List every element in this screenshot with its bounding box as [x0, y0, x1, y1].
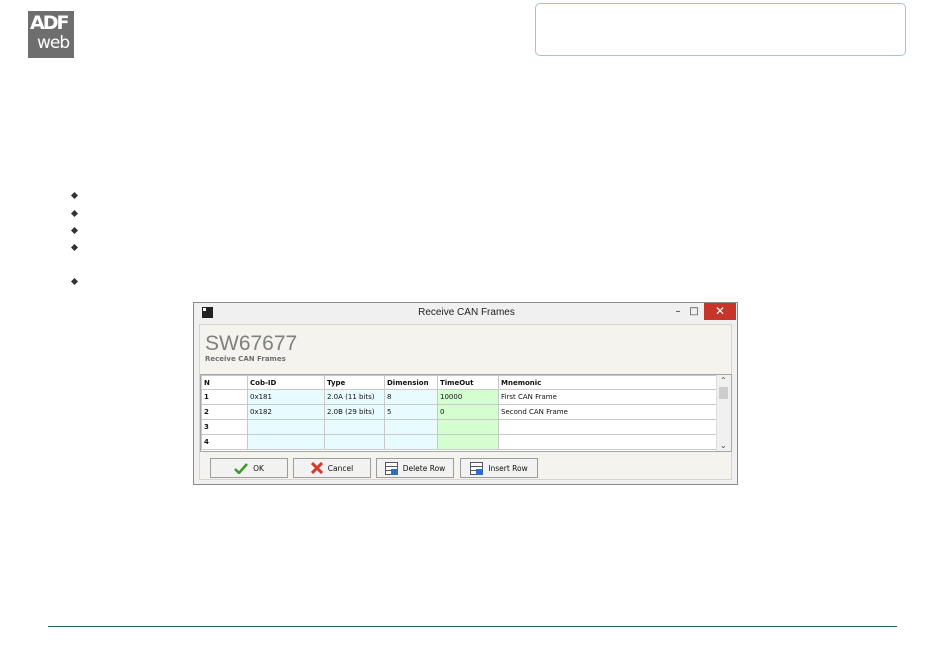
logo-text-adf: ADF	[30, 12, 69, 34]
column-header-cob-id[interactable]: Cob-ID	[247, 375, 325, 390]
cell-type[interactable]: 2.0B (29 bits)	[324, 404, 385, 420]
column-header-type[interactable]: Type	[324, 375, 385, 390]
row-number[interactable]: 2	[201, 404, 248, 420]
cancel-button[interactable]: Cancel	[293, 458, 371, 478]
logo-text-web: web	[37, 33, 70, 53]
insert-row-button[interactable]: Insert Row	[460, 458, 538, 478]
table-row: 3	[201, 419, 718, 435]
adfweb-logo: ADF web	[28, 11, 74, 58]
window-title: Receive CAN Frames	[418, 307, 515, 318]
cell-mnemonic[interactable]	[498, 434, 718, 450]
cell-cob-id[interactable]	[247, 434, 325, 450]
cell-timeout[interactable]	[437, 434, 499, 450]
cell-type[interactable]	[324, 434, 385, 450]
insert-row-icon	[470, 461, 484, 475]
row-number[interactable]: 1	[201, 389, 248, 405]
row-number[interactable]: 4	[201, 434, 248, 450]
column-header-n[interactable]: N	[201, 375, 248, 390]
delete-row-button[interactable]: Delete Row	[376, 458, 454, 478]
insert-row-button-label: Insert Row	[488, 463, 528, 473]
product-code: SW67677	[205, 332, 298, 355]
scroll-thumb[interactable]	[719, 387, 728, 399]
maximize-button[interactable]: □	[684, 303, 704, 321]
cell-cob-id[interactable]	[247, 419, 325, 435]
cell-type[interactable]: 2.0A (11 bits)	[324, 389, 385, 405]
bullet-icon	[71, 210, 78, 217]
cell-type[interactable]	[324, 419, 385, 435]
footer-divider	[48, 626, 897, 627]
table-row: 4	[201, 434, 718, 450]
cell-mnemonic[interactable]: First CAN Frame	[498, 389, 718, 405]
column-header-mnemonic[interactable]: Mnemonic	[498, 375, 718, 390]
can-frames-table: N Cob-ID Type Dimension TimeOut Mnemonic…	[201, 375, 718, 450]
bullet-icon	[71, 278, 78, 285]
cell-mnemonic[interactable]	[498, 419, 718, 435]
cell-timeout[interactable]: 10000	[437, 389, 499, 405]
receive-can-frames-window: Receive CAN Frames – □ ✕ SW67677 Receive…	[193, 302, 738, 485]
column-header-dimension[interactable]: Dimension	[384, 375, 438, 390]
scroll-up-icon[interactable]: ⌃	[720, 376, 727, 385]
ok-button[interactable]: OK	[210, 458, 288, 478]
header-info-box	[535, 3, 906, 56]
ok-button-label: OK	[253, 463, 264, 473]
cell-cob-id[interactable]: 0x182	[247, 404, 325, 420]
table-header-row: N Cob-ID Type Dimension TimeOut Mnemonic	[201, 375, 718, 390]
cell-mnemonic[interactable]: Second CAN Frame	[498, 404, 718, 420]
cancel-x-icon	[310, 462, 323, 474]
table-row: 2 0x182 2.0B (29 bits) 5 0 Second CAN Fr…	[201, 404, 718, 420]
cell-dimension[interactable]	[384, 419, 438, 435]
cell-cob-id[interactable]: 0x181	[247, 389, 325, 405]
checkmark-icon	[234, 462, 249, 474]
row-number[interactable]: 3	[201, 419, 248, 435]
bullet-icon	[71, 244, 78, 251]
cancel-button-label: Cancel	[327, 463, 354, 473]
scroll-down-icon[interactable]: ⌄	[720, 441, 727, 450]
can-frames-grid: N Cob-ID Type Dimension TimeOut Mnemonic…	[200, 374, 732, 452]
cell-timeout[interactable]: 0	[437, 404, 499, 420]
cell-timeout[interactable]	[437, 419, 499, 435]
table-row: 1 0x181 2.0A (11 bits) 8 10000 First CAN…	[201, 389, 718, 405]
dialog-subtitle: Receive CAN Frames	[205, 355, 286, 363]
vertical-scrollbar[interactable]: ⌃ ⌄	[716, 375, 731, 451]
delete-row-icon	[384, 461, 398, 475]
column-header-timeout[interactable]: TimeOut	[437, 375, 499, 390]
title-bar[interactable]: Receive CAN Frames – □ ✕	[194, 303, 737, 323]
delete-row-button-label: Delete Row	[402, 463, 446, 473]
bullet-icon	[71, 192, 78, 199]
cell-dimension[interactable]: 8	[384, 389, 438, 405]
cell-dimension[interactable]	[384, 434, 438, 450]
close-button[interactable]: ✕	[704, 303, 736, 320]
cell-dimension[interactable]: 5	[384, 404, 438, 420]
bullet-icon	[71, 227, 78, 234]
